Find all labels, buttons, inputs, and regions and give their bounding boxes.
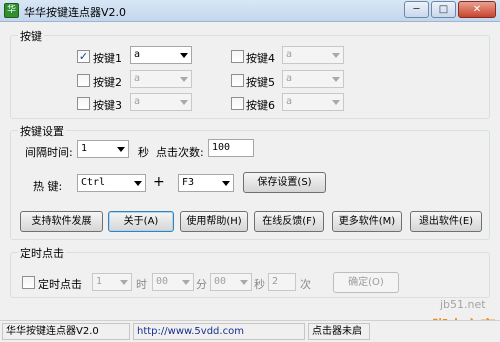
hotkey-modifier-select[interactable]: Ctrl [77, 174, 146, 192]
key2-value: a [134, 73, 141, 84]
support-button[interactable]: 支持软件发展 [20, 211, 103, 232]
chevron-down-icon [180, 77, 188, 82]
timer-second-select[interactable]: 00 [210, 273, 252, 291]
key2-label: 按键2 [93, 76, 122, 89]
key3-label: 按键3 [93, 99, 122, 112]
chevron-down-icon [332, 100, 340, 105]
chevron-down-icon [117, 147, 125, 152]
app-icon: 华 [4, 3, 19, 18]
key1-label: 按键1 [93, 52, 122, 65]
key6-label: 按键6 [246, 99, 275, 112]
key6-checkbox[interactable] [231, 97, 244, 110]
help-button[interactable]: 使用帮助(H) [180, 211, 248, 232]
key2-checkbox[interactable] [77, 74, 90, 87]
plus-sign: + [153, 174, 165, 190]
hour-unit-label: 时 [136, 278, 147, 291]
chevron-down-icon [120, 280, 128, 285]
second-unit-label: 秒 [254, 278, 265, 291]
key4-checkbox[interactable] [231, 50, 244, 63]
save-settings-button[interactable]: 保存设置(S) [243, 172, 326, 193]
keys-group-title: 按键 [18, 28, 44, 44]
key3-value: a [134, 96, 141, 107]
key4-select[interactable]: a [282, 46, 344, 64]
feedback-button[interactable]: 在线反馈(F) [254, 211, 324, 232]
timer-count-input[interactable]: 2 [268, 273, 296, 291]
title-bar[interactable]: 华 华华按键连点器V2.0 ─ □ ✕ [0, 0, 500, 22]
timer-hour-value: 1 [96, 276, 103, 287]
chevron-down-icon [222, 181, 230, 186]
hotkey-key-select[interactable]: F3 [178, 174, 234, 192]
timer-minute-value: 00 [156, 276, 169, 287]
click-count-label: 点击次数: [156, 146, 204, 159]
key5-select[interactable]: a [282, 70, 344, 88]
timer-group-title: 定时点击 [18, 245, 66, 261]
chevron-down-icon [332, 53, 340, 58]
maximize-button[interactable]: □ [431, 1, 456, 18]
timer-checkbox-label: 定时点击 [38, 278, 82, 291]
chevron-down-icon [332, 77, 340, 82]
count-unit-label: 次 [300, 278, 311, 291]
key1-checkbox[interactable]: ✓ [77, 50, 90, 63]
minimize-button[interactable]: ─ [404, 1, 429, 18]
status-state: 点击器未启 [308, 323, 370, 340]
minute-unit-label: 分 [196, 278, 207, 291]
window-title: 华华按键连点器V2.0 [24, 6, 127, 19]
timer-confirm-button[interactable]: 确定(O) [333, 272, 399, 293]
interval-select[interactable]: 1 [77, 140, 129, 158]
click-count-input[interactable]: 100 [208, 139, 254, 157]
seconds-label: 秒 [138, 146, 149, 159]
exit-button[interactable]: 退出软件(E) [410, 211, 482, 232]
key6-value: a [286, 96, 293, 107]
hotkey-key-value: F3 [182, 177, 195, 188]
key3-checkbox[interactable] [77, 97, 90, 110]
key1-value: a [134, 49, 141, 60]
timer-checkbox[interactable] [22, 276, 35, 289]
timer-second-value: 00 [214, 276, 227, 287]
key6-select[interactable]: a [282, 93, 344, 111]
settings-group-title: 按键设置 [18, 123, 66, 139]
chevron-down-icon [134, 181, 142, 186]
key1-select[interactable]: a [130, 46, 192, 64]
hotkey-label: 热 键: [33, 180, 63, 193]
interval-value: 1 [81, 143, 88, 154]
key2-select[interactable]: a [130, 70, 192, 88]
timer-hour-select[interactable]: 1 [92, 273, 132, 291]
status-app-name: 华华按键连点器V2.0 [2, 323, 130, 340]
key4-value: a [286, 49, 293, 60]
key4-label: 按键4 [246, 52, 275, 65]
key5-label: 按键5 [246, 76, 275, 89]
close-button[interactable]: ✕ [458, 1, 496, 18]
key5-checkbox[interactable] [231, 74, 244, 87]
key3-select[interactable]: a [130, 93, 192, 111]
key5-value: a [286, 73, 293, 84]
status-bar: 华华按键连点器V2.0 http://www.5vdd.com 点击器未启 [0, 320, 500, 342]
chevron-down-icon [182, 280, 190, 285]
more-software-button[interactable]: 更多软件(M) [332, 211, 402, 232]
status-website-link[interactable]: http://www.5vdd.com [133, 323, 305, 340]
watermark-domain: jb51.net [440, 298, 486, 311]
chevron-down-icon [180, 53, 188, 58]
about-button[interactable]: 关于(A) [108, 211, 174, 232]
chevron-down-icon [240, 280, 248, 285]
hotkey-modifier-value: Ctrl [81, 177, 106, 188]
interval-label: 间隔时间: [25, 146, 73, 159]
chevron-down-icon [180, 100, 188, 105]
timer-minute-select[interactable]: 00 [152, 273, 194, 291]
